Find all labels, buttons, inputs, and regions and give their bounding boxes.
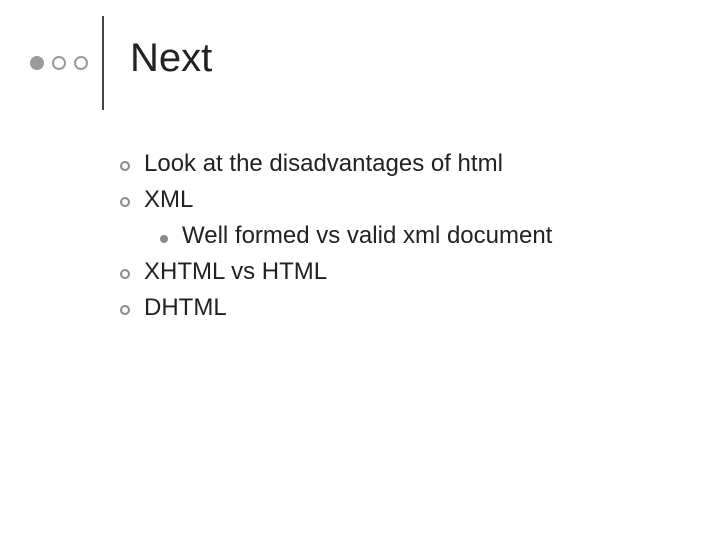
hollow-bullet-icon xyxy=(120,305,130,315)
vertical-divider xyxy=(102,16,104,110)
hollow-bullet-icon xyxy=(120,269,130,279)
item-text: DHTML xyxy=(144,294,227,322)
list-item: DHTML xyxy=(120,294,720,322)
hollow-bullet-icon xyxy=(120,161,130,171)
dot-icon xyxy=(52,56,66,70)
item-text: XML xyxy=(144,186,193,214)
list-item: XHTML vs HTML xyxy=(120,258,720,286)
slide-content: Look at the disadvantages of html XML We… xyxy=(0,110,720,322)
decorative-dots xyxy=(30,56,88,70)
slide-header: Next xyxy=(0,0,720,110)
slide-title: Next xyxy=(130,36,212,81)
solid-bullet-icon xyxy=(160,235,168,243)
list-item: Look at the disadvantages of html xyxy=(120,150,720,178)
item-text: XHTML vs HTML xyxy=(144,258,327,286)
hollow-bullet-icon xyxy=(120,197,130,207)
item-text: Look at the disadvantages of html xyxy=(144,150,503,178)
list-item: XML xyxy=(120,186,720,214)
sub-list-item: Well formed vs valid xml document xyxy=(120,222,720,250)
dot-icon xyxy=(30,56,44,70)
dot-icon xyxy=(74,56,88,70)
item-text: Well formed vs valid xml document xyxy=(182,222,552,250)
